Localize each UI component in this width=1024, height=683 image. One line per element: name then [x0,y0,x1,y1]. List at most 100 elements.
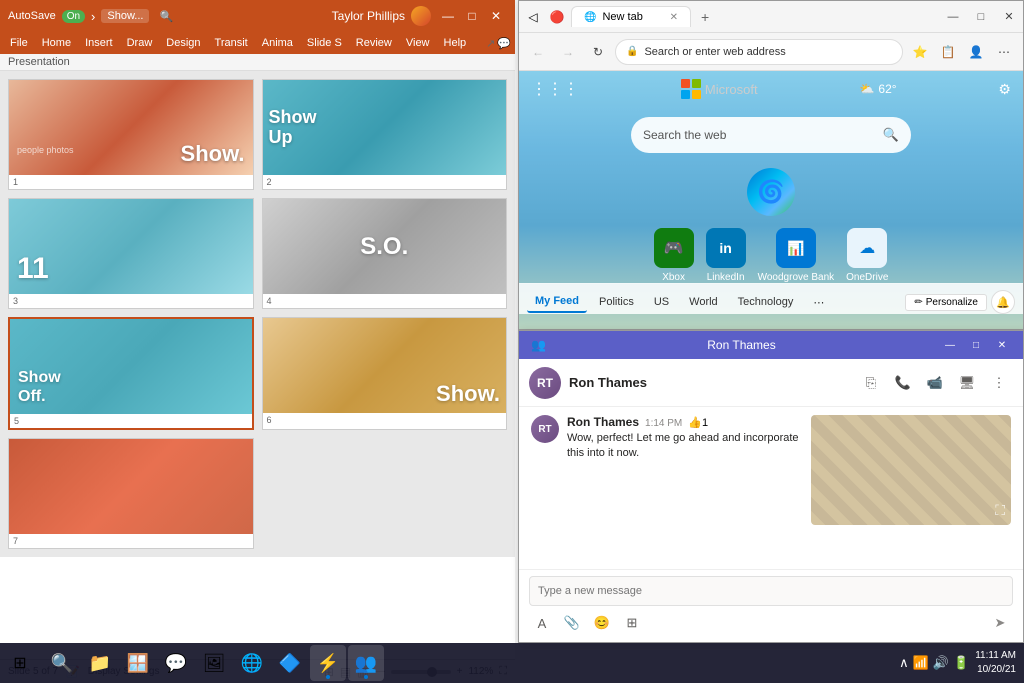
screen-share-btn[interactable]: 🖥 [953,369,981,397]
volume-icon[interactable]: 🔊 [933,655,949,671]
refresh-btn[interactable]: ↻ [585,39,611,65]
personalize-btn[interactable]: ✏ Personalize [905,294,987,311]
autosave-toggle[interactable]: On [62,10,85,23]
bookmark-onedrive[interactable]: ☁ OneDrive [846,228,888,283]
address-bar[interactable]: 🔒 Search or enter web address [615,39,903,65]
extensions-btn[interactable]: ⋯ [991,39,1017,65]
ms-weather[interactable]: ⛅ 62° [859,82,896,96]
feed-tab-us[interactable]: US [646,292,677,312]
feed-tab-politics[interactable]: Politics [591,292,642,312]
menu-animations[interactable]: Anima [256,35,299,51]
feed-tab-myfeed[interactable]: My Feed [527,291,587,313]
collections-btn[interactable]: 📋 [935,39,961,65]
bookmark-woodgrove-label: Woodgrove Bank [758,272,835,283]
menu-draw[interactable]: Draw [121,35,159,51]
ppt-minimize-btn[interactable]: — [437,7,459,25]
profile-btn[interactable]: 👤 [963,39,989,65]
menu-slideshow[interactable]: Slide S [301,35,348,51]
bookmark-xbox[interactable]: 🎮 Xbox [654,228,694,283]
menu-review[interactable]: Review [350,35,398,51]
slide-7[interactable]: 7 [8,438,254,549]
feed-tab-world[interactable]: World [681,292,726,312]
favorites-btn[interactable]: ⭐ [907,39,933,65]
slide-1[interactable]: people photos Show. 1 [8,79,254,190]
menu-design[interactable]: Design [160,35,206,51]
search-icon[interactable]: 🔍 [159,10,173,23]
menu-insert[interactable]: Insert [79,35,119,51]
video-btn[interactable]: 📹 [921,369,949,397]
personalize-label: Personalize [926,297,978,308]
slide-5[interactable]: ShowOff. 5 [8,317,254,430]
contact-avatar: RT [529,367,561,399]
taskbar-teams[interactable]: 💬 [158,645,194,681]
comment-btn[interactable]: 💬 [497,37,511,50]
menu-home[interactable]: Home [36,35,77,51]
slide-3[interactable]: 11 3 [8,198,254,309]
taskbar-microsoft-store[interactable]: 🔷 [272,645,308,681]
taskbar-photos[interactable]: 🖼 [196,645,232,681]
back-btn[interactable]: ← [525,39,551,65]
message-input[interactable] [529,576,1013,606]
ms-apps-btn[interactable]: ⋮⋮⋮ [531,79,579,99]
menu-transit[interactable]: Transit [209,35,254,51]
clock-display[interactable]: 11:11 AM 10/20/21 [975,649,1016,677]
ms-search-icon[interactable]: 🔍 [883,127,899,143]
browser-maximize-btn[interactable]: □ [967,1,995,33]
bookmark-woodgrove[interactable]: 📊 Woodgrove Bank [758,228,835,283]
send-btn[interactable]: ➤ [987,610,1013,636]
slide-7-num: 7 [9,534,253,548]
taskbar-powerpoint[interactable]: ⚡ [310,645,346,681]
ppt-maximize-btn[interactable]: □ [461,7,483,25]
taskbar-teams-active[interactable]: 👥 [348,645,384,681]
slide-6[interactable]: Show. 6 [262,317,508,430]
teams-window: 👥 Ron Thames — □ ✕ RT Ron Thames ⎘ 📞 📹 🖥… [518,330,1024,643]
browser-close-btn[interactable]: ✕ [995,1,1023,33]
battery-icon[interactable]: 🔋 [953,655,969,671]
menu-view[interactable]: View [400,35,436,51]
image-preview: ⛶ [811,415,1011,525]
teams-minimize-btn[interactable]: — [937,331,963,359]
xbox-icon: 🎮 [654,228,694,268]
browser-minimize-btn[interactable]: — [939,1,967,33]
feed-tab-technology[interactable]: Technology [730,292,802,312]
taskbar-search[interactable]: 🔍 [44,645,80,681]
show-more-btn[interactable]: Show... [101,9,149,23]
tray-arrow-icon[interactable]: ∧ [899,655,909,671]
user-avatar[interactable] [411,6,431,26]
gif-btn[interactable]: ⊞ [619,610,645,636]
menu-help[interactable]: Help [438,35,473,51]
contact-initials: RT [537,376,553,390]
bookmark-linkedin[interactable]: in LinkedIn [706,228,746,283]
new-tab-btn[interactable]: + [695,7,715,27]
taskbar-file-explorer[interactable]: 📁 [82,645,118,681]
new-tab-page: ⋮⋮⋮ Microsoft ⛅ 62° ⚙ [519,71,1023,329]
browser-active-tab[interactable]: 🌐 New tab ✕ [571,6,691,27]
tab-close-btn[interactable]: ✕ [670,12,678,23]
start-btn[interactable]: ⊞ [0,643,40,683]
menu-file[interactable]: File [4,35,34,51]
slide-4[interactable]: S.O. 4 [262,198,508,309]
share-btn[interactable]: ↗ [486,37,495,50]
network-icon[interactable]: 📶 [913,655,929,671]
ms-search-box[interactable]: Search the web 🔍 [631,117,911,153]
slide-2[interactable]: ShowUp 2 [262,79,508,190]
feed-tab-more[interactable]: ⋯ [805,292,832,313]
more-options-btn[interactable]: ⋮ [985,369,1013,397]
ms-logo-green [692,79,701,88]
call-btn[interactable]: 📞 [889,369,917,397]
ppt-close-btn[interactable]: ✕ [485,7,507,25]
teams-maximize-btn[interactable]: □ [963,331,989,359]
ms-settings-btn[interactable]: ⚙ [998,81,1011,98]
quick-access-more[interactable]: › [91,9,95,24]
ms-logo-text: Microsoft [705,82,758,97]
forward-btn[interactable]: → [555,39,581,65]
image-expand-icon[interactable]: ⛶ [995,502,1005,519]
emoji-btn[interactable]: 😊 [589,610,615,636]
copy-btn[interactable]: ⎘ [857,369,885,397]
format-btn[interactable]: A [529,610,555,636]
attach-btn[interactable]: 📎 [559,610,585,636]
taskbar-edge[interactable]: 🌐 [234,645,270,681]
notifications-btn[interactable]: 🔔 [991,290,1015,314]
taskbar-store[interactable]: 🪟 [120,645,156,681]
teams-close-btn[interactable]: ✕ [989,331,1015,359]
